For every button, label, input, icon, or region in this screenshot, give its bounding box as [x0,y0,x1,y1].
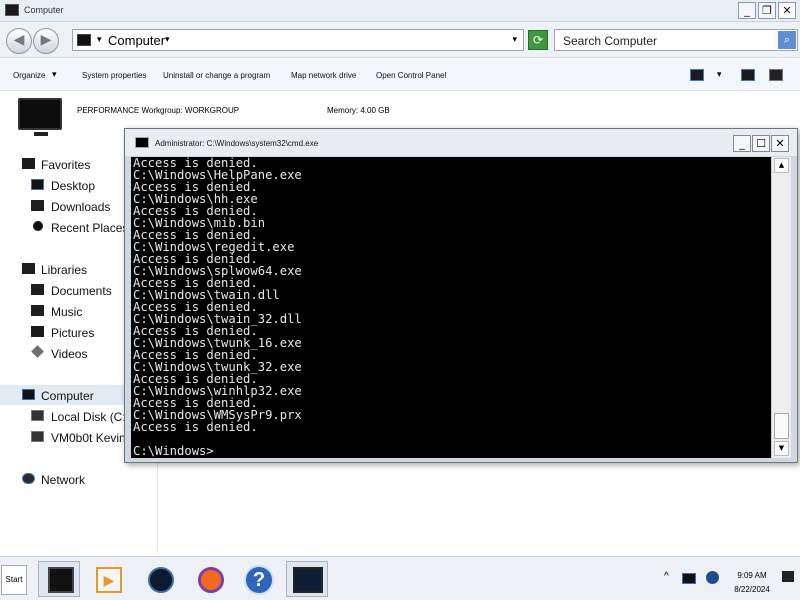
cmd-icon [293,567,323,593]
sidebar-item-label: Favorites [41,158,91,172]
breadcrumb-dropdown[interactable]: ▾ [165,34,170,45]
organize-menu[interactable]: Organize [13,71,45,80]
taskbar-explorer[interactable] [38,561,80,597]
search-input[interactable]: Search Computer ⌕ [554,29,798,51]
maximize-button[interactable]: ❐ [758,2,776,19]
sidebar-item-label: Videos [51,347,88,361]
taskbar-media-player[interactable]: ▶ [86,561,128,597]
clock-time: 9:09 AM [737,571,767,580]
downloads-icon [31,200,44,211]
display-icon[interactable] [682,573,696,584]
media-player-icon: ▶ [96,567,122,593]
taskbar-firefox[interactable] [188,561,230,597]
network-drive-icon [31,431,44,442]
pictures-icon [31,326,44,337]
search-icon[interactable]: ⌕ [778,31,796,49]
explorer-icon [48,567,74,593]
cmd-titlebar[interactable]: Administrator: C:\Windows\system32\cmd.e… [125,129,797,156]
breadcrumb-caret[interactable]: ▾ [97,34,102,45]
local-disk-icon [31,410,44,421]
videos-icon [31,345,44,358]
sidebar-item-label: Documents [51,284,112,298]
system-properties-button[interactable]: System properties [82,71,146,80]
libraries-icon [22,263,35,274]
sidebar-item-label: Recent Places [51,221,129,235]
favorites-icon [22,158,35,169]
uninstall-program-button[interactable]: Uninstall or change a program [163,71,270,80]
close-button[interactable]: ✕ [778,2,796,19]
taskbar-browser[interactable] [138,561,180,597]
sidebar-item-label: Libraries [41,263,88,277]
forward-button[interactable]: ▶ [33,28,59,54]
console-scrollbar[interactable]: ▲ ▼ [771,157,791,458]
breadcrumb-computer[interactable]: Computer [108,33,165,48]
computer-icon [22,389,35,400]
explorer-titlebar: Computer _ ❐ ✕ [0,0,800,22]
organize-caret[interactable]: ▾ [52,69,57,80]
desktop-icon [31,179,44,190]
sidebar-item-label: VM0b0t Kevin [51,431,126,445]
sidebar-item-label: Computer [41,389,94,403]
refresh-button[interactable]: ⟳ [528,30,548,50]
start-button[interactable]: Start [1,565,27,595]
preview-pane-icon[interactable] [741,69,755,81]
window-title: Computer [24,5,64,15]
clock-date: 8/22/2024 [734,585,770,594]
network-tray-icon[interactable] [706,571,719,584]
notification-icon[interactable] [782,571,794,582]
cmd-title: Administrator: C:\Windows\system32\cmd.e… [155,139,319,148]
scroll-down-arrow[interactable]: ▼ [774,441,789,456]
search-placeholder: Search Computer [563,34,658,48]
minimize-button[interactable]: _ [738,2,756,19]
computer-icon [5,4,19,16]
help-icon: ? [244,565,274,595]
sidebar-item-label: Local Disk (C: [51,410,126,424]
tray-chevron-icon[interactable]: ^ [664,571,669,582]
sidebar-item-label: Music [51,305,83,319]
sidebar-item-label: Network [41,473,86,487]
computer-name: PERFORMANCE Workgroup: WORKGROUP [77,106,240,115]
console-prompt[interactable]: C:\Windows> [133,445,214,457]
music-icon [31,305,44,316]
taskbar-help[interactable]: ? [237,561,279,597]
system-clock[interactable]: 9:09 AM 8/22/2024 [726,569,778,597]
sidebar-item-label: Downloads [51,200,111,214]
back-button[interactable]: ◀ [6,28,32,54]
cmd-close-button[interactable]: ✕ [771,135,789,152]
scroll-thumb[interactable] [774,413,789,439]
recent-places-icon [33,221,43,231]
console-output[interactable]: Access is denied. C:\Windows\HelpPane.ex… [131,157,771,458]
firefox-icon [198,567,224,593]
open-control-panel-button[interactable]: Open Control Panel [376,71,446,80]
view-options-caret[interactable]: ▾ [717,69,722,80]
address-bar[interactable]: ▾ Computer ▾ ▾ [72,29,524,51]
console-line: Access is denied. [133,420,258,434]
taskbar: Start ▶ ? ^ 9:09 AM 8/22/2024 [0,556,800,600]
sidebar-item-network[interactable]: Network [0,469,158,489]
computer-large-icon [18,98,62,136]
globe-icon [148,567,174,593]
sidebar-item-label: Desktop [51,179,96,193]
address-history-dropdown[interactable]: ▾ [512,34,517,45]
map-network-drive-button[interactable]: Map network drive [291,71,356,80]
cmd-maximize-button[interactable]: ☐ [752,135,770,152]
view-icon[interactable] [690,69,704,81]
address-bar-row: ◀ ▶ ▾ Computer ▾ ▾ ⟳ Search Computer ⌕ [0,22,800,58]
cmd-icon [135,137,149,148]
command-toolbar: Organize ▾ System properties Uninstall o… [0,59,800,91]
memory-info: Memory: 4.00 GB [327,106,390,115]
scroll-up-arrow[interactable]: ▲ [774,158,789,173]
documents-icon [31,284,44,295]
cmd-minimize-button[interactable]: _ [733,135,751,152]
network-icon [22,473,35,484]
taskbar-cmd[interactable] [286,561,328,597]
cmd-window[interactable]: Administrator: C:\Windows\system32\cmd.e… [124,128,798,463]
computer-icon [77,34,91,46]
sidebar-item-label: Pictures [51,326,95,340]
help-icon[interactable] [769,69,783,81]
